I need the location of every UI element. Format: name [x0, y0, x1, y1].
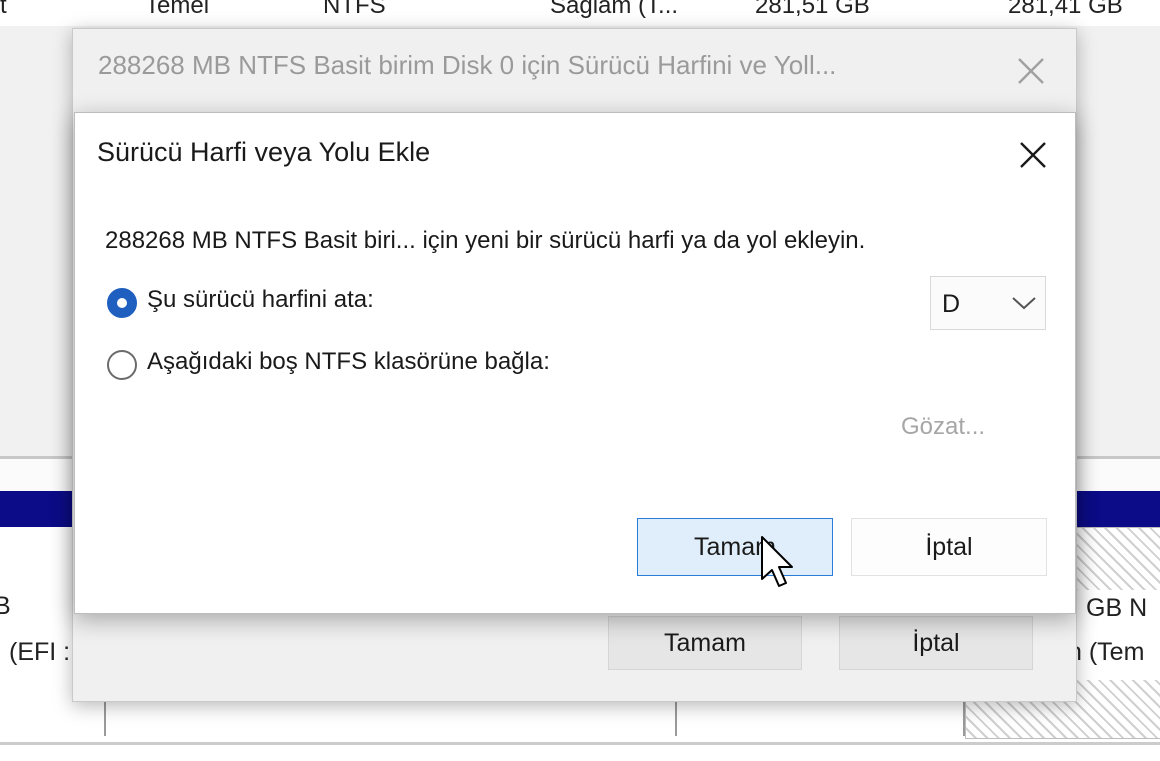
drive-letter-value: D [942, 290, 961, 318]
partition-name-fragment: n (Tem [1068, 638, 1145, 666]
partition-divider [675, 700, 677, 736]
volume-type-cell: Temel [145, 0, 210, 19]
ok-button[interactable]: Tamam [608, 616, 802, 670]
cancel-button[interactable]: İptal [839, 616, 1033, 670]
partition-size-fragment: GB N [1086, 594, 1148, 622]
dialog-title: Sürücü Harfi veya Yolu Ekle [97, 137, 431, 167]
cancel-button[interactable]: İptal [851, 518, 1047, 576]
ok-button[interactable]: Tamam [637, 518, 833, 576]
volume-layout-cell: t [0, 0, 7, 19]
drive-letter-select[interactable]: D [930, 276, 1046, 330]
disk-row-border [0, 742, 1160, 745]
volume-list-row[interactable]: t Temel NTFS Sağlam (T... 281,51 GB 281,… [0, 0, 1160, 26]
chevron-down-icon [1011, 293, 1037, 313]
close-icon[interactable] [1013, 53, 1049, 89]
assign-letter-radio[interactable] [107, 288, 137, 318]
partition-name-fragment: (EFI : [9, 638, 71, 666]
mount-folder-label[interactable]: Aşağıdaki boş NTFS klasörüne bağla: [147, 348, 550, 376]
browse-button[interactable]: Gözat... [901, 413, 985, 441]
volume-capacity-cell: 281,51 GB [755, 0, 870, 19]
assign-letter-label[interactable]: Şu sürücü harfini ata: [147, 286, 374, 314]
partition-divider [963, 700, 965, 736]
dialog-description: 288268 MB NTFS Basit biri... için yeni b… [105, 227, 866, 254]
partition-divider [104, 700, 106, 736]
dialog-title: 288268 MB NTFS Basit birim Disk 0 için S… [98, 50, 837, 80]
volume-free-space-cell: 281,41 GB [1008, 0, 1123, 19]
partition-header-bar [1075, 491, 1160, 527]
partition-size-fragment: B [0, 592, 11, 620]
partition-header-bar [0, 491, 74, 527]
mount-folder-radio[interactable] [107, 350, 137, 380]
mouse-pointer-icon [758, 535, 798, 593]
volume-status-cell: Sağlam (T... [550, 0, 679, 19]
add-drive-letter-dialog: Sürücü Harfi veya Yolu Ekle 288268 MB NT… [74, 112, 1076, 614]
volume-filesystem-cell: NTFS [323, 0, 386, 19]
close-icon[interactable] [1015, 137, 1051, 173]
